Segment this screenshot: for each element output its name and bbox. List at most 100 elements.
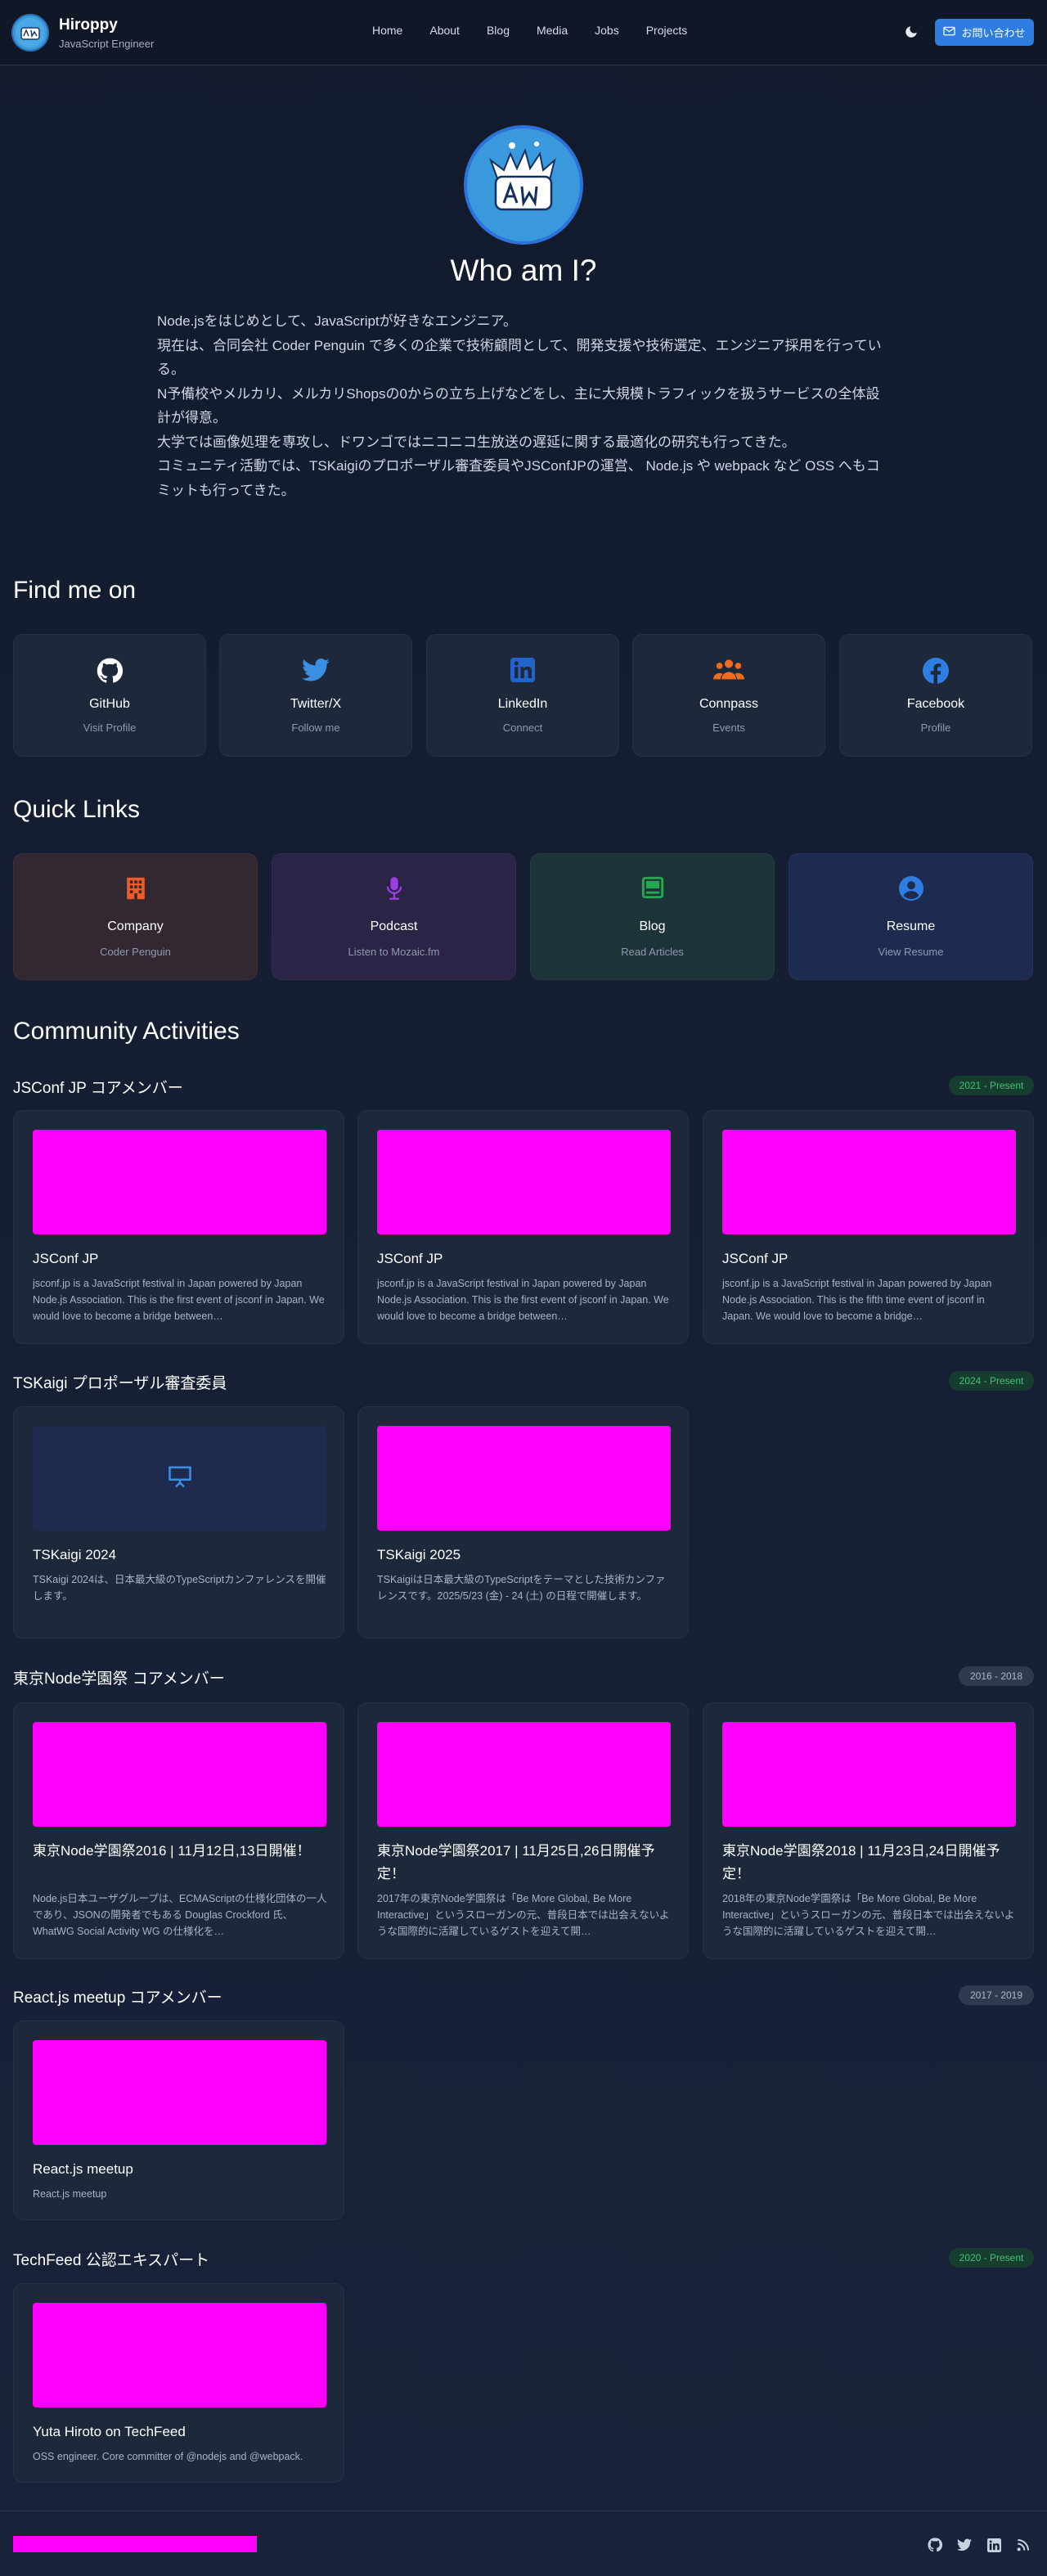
bio-line: 現在は、合同会社 Coder Penguin で多くの企業で技術顧問として、開発… — [157, 337, 882, 378]
people-icon — [633, 658, 825, 686]
quick-link-resume[interactable]: Resume View Resume — [789, 853, 1033, 980]
contact-label: お問い合わせ — [961, 27, 1026, 39]
event-card[interactable]: JSConf JP jsconf.jp is a JavaScript fest… — [13, 1110, 344, 1344]
event-image — [33, 1722, 326, 1827]
quick-link-sub: Coder Penguin — [100, 946, 171, 958]
event-image — [722, 1722, 1016, 1827]
period-badge: 2021 - Present — [949, 1076, 1034, 1095]
social-card-facebook[interactable]: Facebook Profile — [839, 634, 1032, 757]
bio-line: Node.jsをはじめとして、JavaScriptが好きなエンジニア。 — [157, 313, 517, 329]
social-sub: Events — [712, 722, 745, 734]
contact-button[interactable]: お問い合わせ — [935, 19, 1034, 46]
event-image — [377, 1426, 671, 1531]
event-desc: jsconf.jp is a JavaScript festival in Ja… — [33, 1278, 325, 1322]
group-title: 東京Node学園祭 コアメンバー — [13, 1670, 225, 1688]
nav-about[interactable]: About — [429, 24, 460, 37]
event-image — [33, 2040, 326, 2145]
period-badge: 2020 - Present — [949, 2248, 1034, 2268]
bio-line: コミュニティ活動では、TSKaigiのプロポーザル審査委員やJSConfJPの運… — [157, 458, 880, 498]
event-title: TSKaigi 2025 — [377, 1547, 461, 1562]
period-badge: 2024 - Present — [949, 1371, 1034, 1391]
footer-social-icons — [927, 2537, 1031, 2553]
facebook-icon — [840, 658, 1031, 686]
nav-projects[interactable]: Projects — [646, 24, 688, 37]
quick-link-sub: Listen to Mozaic.fm — [348, 946, 440, 958]
community-title: Community Activities — [13, 1018, 240, 1045]
event-desc: jsconf.jp is a JavaScript festival in Ja… — [722, 1278, 992, 1322]
social-card-connpass[interactable]: Connpass Events — [632, 634, 825, 757]
social-sub: Follow me — [291, 722, 340, 734]
twitter-icon[interactable] — [956, 2537, 973, 2553]
person-circle-icon — [789, 876, 1032, 902]
event-card[interactable]: 東京Node学園祭2016 | 11月12日,13日開催！ Node.js日本ユ… — [13, 1702, 344, 1959]
event-image — [722, 1130, 1016, 1234]
quick-link-blog[interactable]: Blog Read Articles — [530, 853, 775, 980]
event-card[interactable]: Yuta Hiroto on TechFeed OSS engineer. Co… — [13, 2283, 344, 2483]
event-title: JSConf JP — [722, 1251, 789, 1266]
mail-icon — [943, 26, 956, 38]
nav-media[interactable]: Media — [537, 24, 568, 37]
github-icon — [14, 658, 205, 686]
social-card-twitter[interactable]: Twitter/X Follow me — [219, 634, 412, 757]
event-title: 東京Node学園祭2018 | 11月23日,24日開催予定！ — [722, 1843, 1000, 1881]
brand[interactable]: Hiroppy JavaScript Engineer — [11, 14, 154, 52]
event-card[interactable]: JSConf JP jsconf.jp is a JavaScript fest… — [357, 1110, 689, 1344]
bio-line: N予備校やメルカリ、メルカリShopsの0からの立ち上げなどをし、主に大規模トラ… — [157, 385, 880, 426]
event-image-placeholder — [33, 1426, 326, 1531]
event-image — [377, 1130, 671, 1234]
event-desc: 2018年の東京Node学園祭は「Be More Global, Be More… — [722, 1893, 1015, 1937]
quick-link-sub: View Resume — [878, 946, 944, 958]
social-sub: Visit Profile — [83, 722, 137, 734]
event-desc: OSS engineer. Core committer of @nodejs … — [33, 2451, 303, 2462]
social-card-github[interactable]: GitHub Visit Profile — [13, 634, 206, 757]
quick-link-podcast[interactable]: Podcast Listen to Mozaic.fm — [272, 853, 516, 980]
footer-copyright-image — [13, 2536, 257, 2552]
event-card[interactable]: React.js meetup React.js meetup — [13, 2021, 344, 2220]
group-title: TechFeed 公認エキスパート — [13, 2252, 210, 2269]
quick-links-title: Quick Links — [13, 796, 141, 823]
bio-text: Node.jsをはじめとして、JavaScriptが好きなエンジニア。 現在は、… — [157, 309, 893, 502]
event-desc: TSKaigi 2024は、日本最大級のTypeScriptカンファレンスを開催… — [33, 1574, 326, 1602]
microphone-icon — [272, 876, 515, 902]
nav-jobs[interactable]: Jobs — [595, 24, 619, 37]
nav-home[interactable]: Home — [372, 24, 402, 37]
event-card[interactable]: TSKaigi 2025 TSKaigiは日本最大級のTypeScriptをテー… — [357, 1406, 689, 1639]
event-card[interactable]: JSConf JP jsconf.jp is a JavaScript fest… — [703, 1110, 1034, 1344]
event-title: Yuta Hiroto on TechFeed — [33, 2424, 186, 2439]
group-title: JSConf JP コアメンバー — [13, 1080, 183, 1097]
rss-icon[interactable] — [1015, 2537, 1031, 2553]
nav-blog[interactable]: Blog — [487, 24, 510, 37]
site-name: Hiroppy — [59, 16, 118, 34]
group-title: React.js meetup コアメンバー — [13, 1989, 222, 2007]
site-role: JavaScript Engineer — [59, 37, 155, 50]
event-title: TSKaigi 2024 — [33, 1547, 117, 1562]
group-title: TSKaigi プロポーザル審査委員 — [13, 1375, 227, 1392]
main-nav: Home About Blog Media Jobs Projects — [372, 24, 687, 37]
twitter-icon — [220, 658, 411, 686]
event-title: JSConf JP — [33, 1251, 99, 1266]
github-icon[interactable] — [927, 2537, 943, 2553]
period-badge: 2016 - 2018 — [959, 1666, 1034, 1686]
social-title: Facebook — [906, 697, 965, 711]
event-card[interactable]: 東京Node学園祭2018 | 11月23日,24日開催予定！ 2018年の東京… — [703, 1702, 1034, 1959]
linkedin-icon — [427, 658, 618, 686]
social-title: Connpass — [699, 697, 759, 711]
linkedin-icon[interactable] — [986, 2537, 1002, 2553]
avatar-logo — [11, 14, 49, 52]
article-icon — [531, 876, 774, 902]
social-title: LinkedIn — [497, 697, 548, 711]
event-image — [33, 2303, 326, 2407]
moon-icon[interactable] — [904, 25, 919, 39]
event-card[interactable]: TSKaigi 2024 TSKaigi 2024は、日本最大級のTypeScr… — [13, 1406, 344, 1639]
event-title: 東京Node学園祭2017 | 11月25日,26日開催予定！ — [377, 1843, 655, 1881]
period-badge: 2017 - 2019 — [959, 1985, 1034, 2005]
building-icon — [14, 876, 257, 902]
social-card-linkedin[interactable]: LinkedIn Connect — [426, 634, 619, 757]
site-header: Hiroppy JavaScript Engineer Home About B… — [0, 0, 1047, 65]
event-image — [33, 1130, 326, 1234]
event-card[interactable]: 東京Node学園祭2017 | 11月25日,26日開催予定！ 2017年の東京… — [357, 1702, 689, 1959]
event-title: 東京Node学園祭2016 | 11月12日,13日開催！ — [33, 1843, 311, 1859]
quick-link-title: Company — [107, 919, 164, 933]
event-desc: 2017年の東京Node学園祭は「Be More Global, Be More… — [377, 1893, 670, 1937]
quick-link-company[interactable]: Company Coder Penguin — [13, 853, 258, 980]
